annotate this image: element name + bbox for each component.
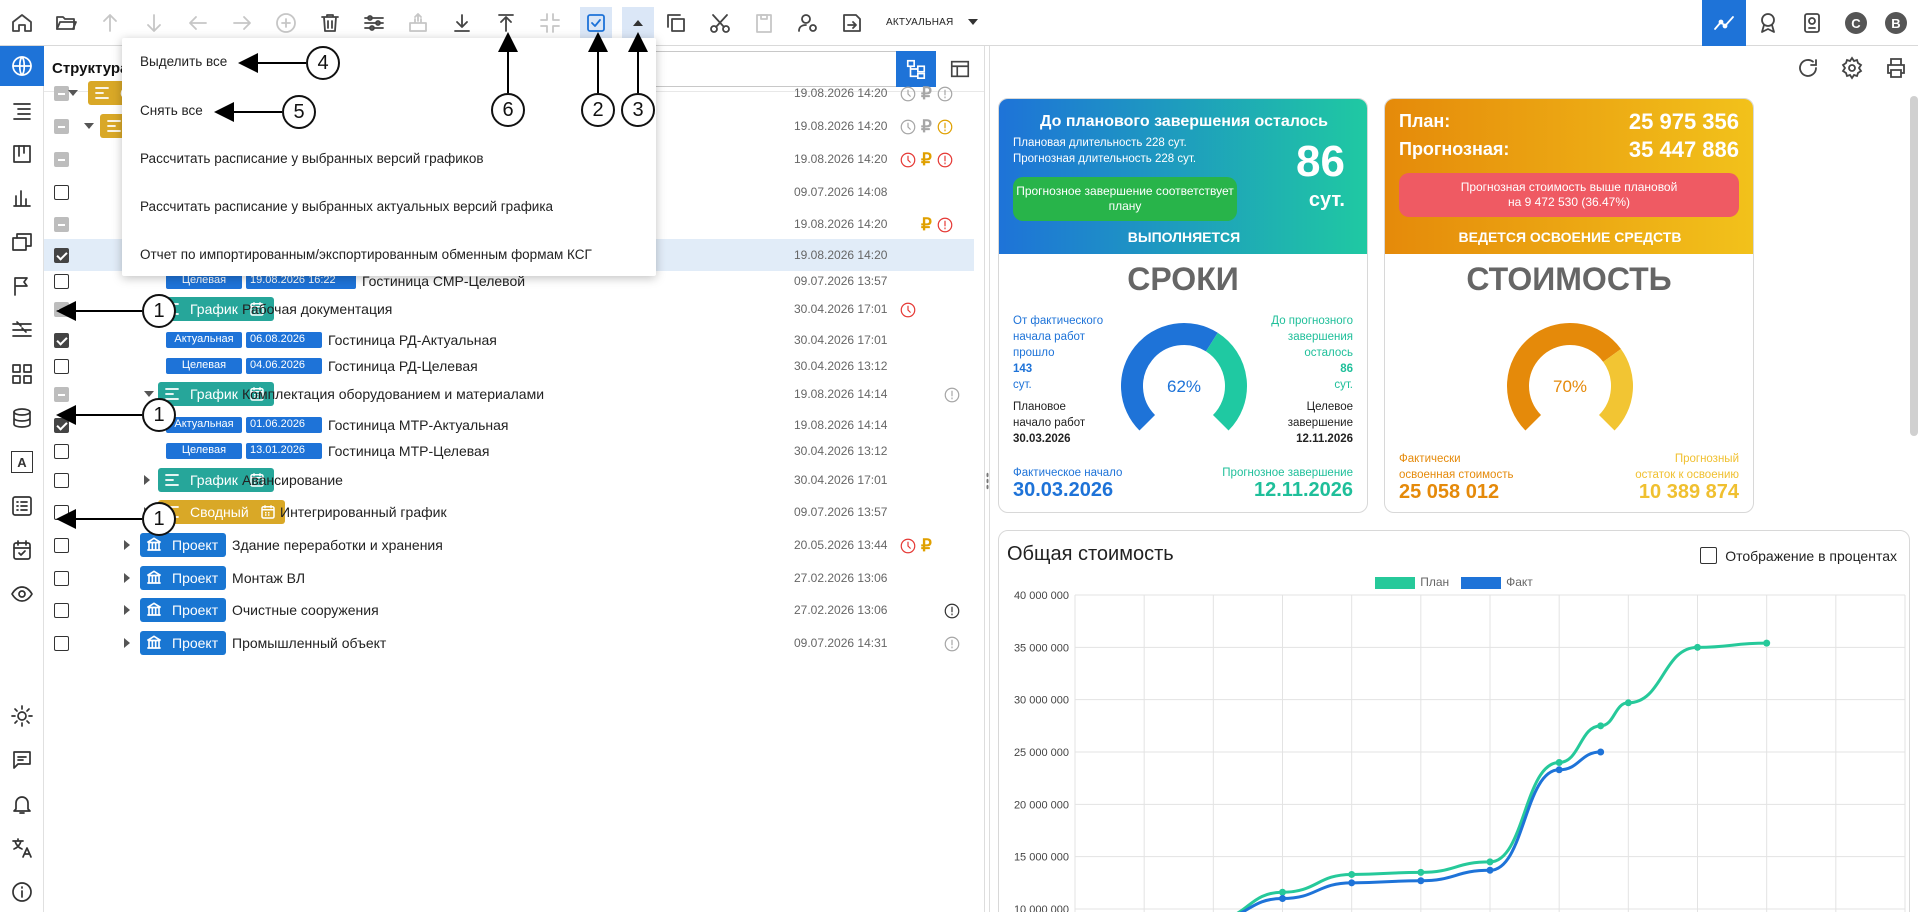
annotation-arrows	[56, 32, 648, 529]
annotation-1b: 1	[142, 398, 176, 432]
annotation-4: 4	[306, 46, 340, 80]
annotation-1a: 1	[142, 294, 176, 328]
app-window: АКТУАЛЬНАЯ C B A Структура Сводный19.08.…	[0, 0, 1918, 912]
annotation-3: 3	[621, 93, 655, 127]
annotation-6: 6	[491, 93, 525, 127]
annotation-2: 2	[581, 93, 615, 127]
annotation-5: 5	[282, 95, 316, 129]
annotation-1c: 1	[142, 502, 176, 536]
